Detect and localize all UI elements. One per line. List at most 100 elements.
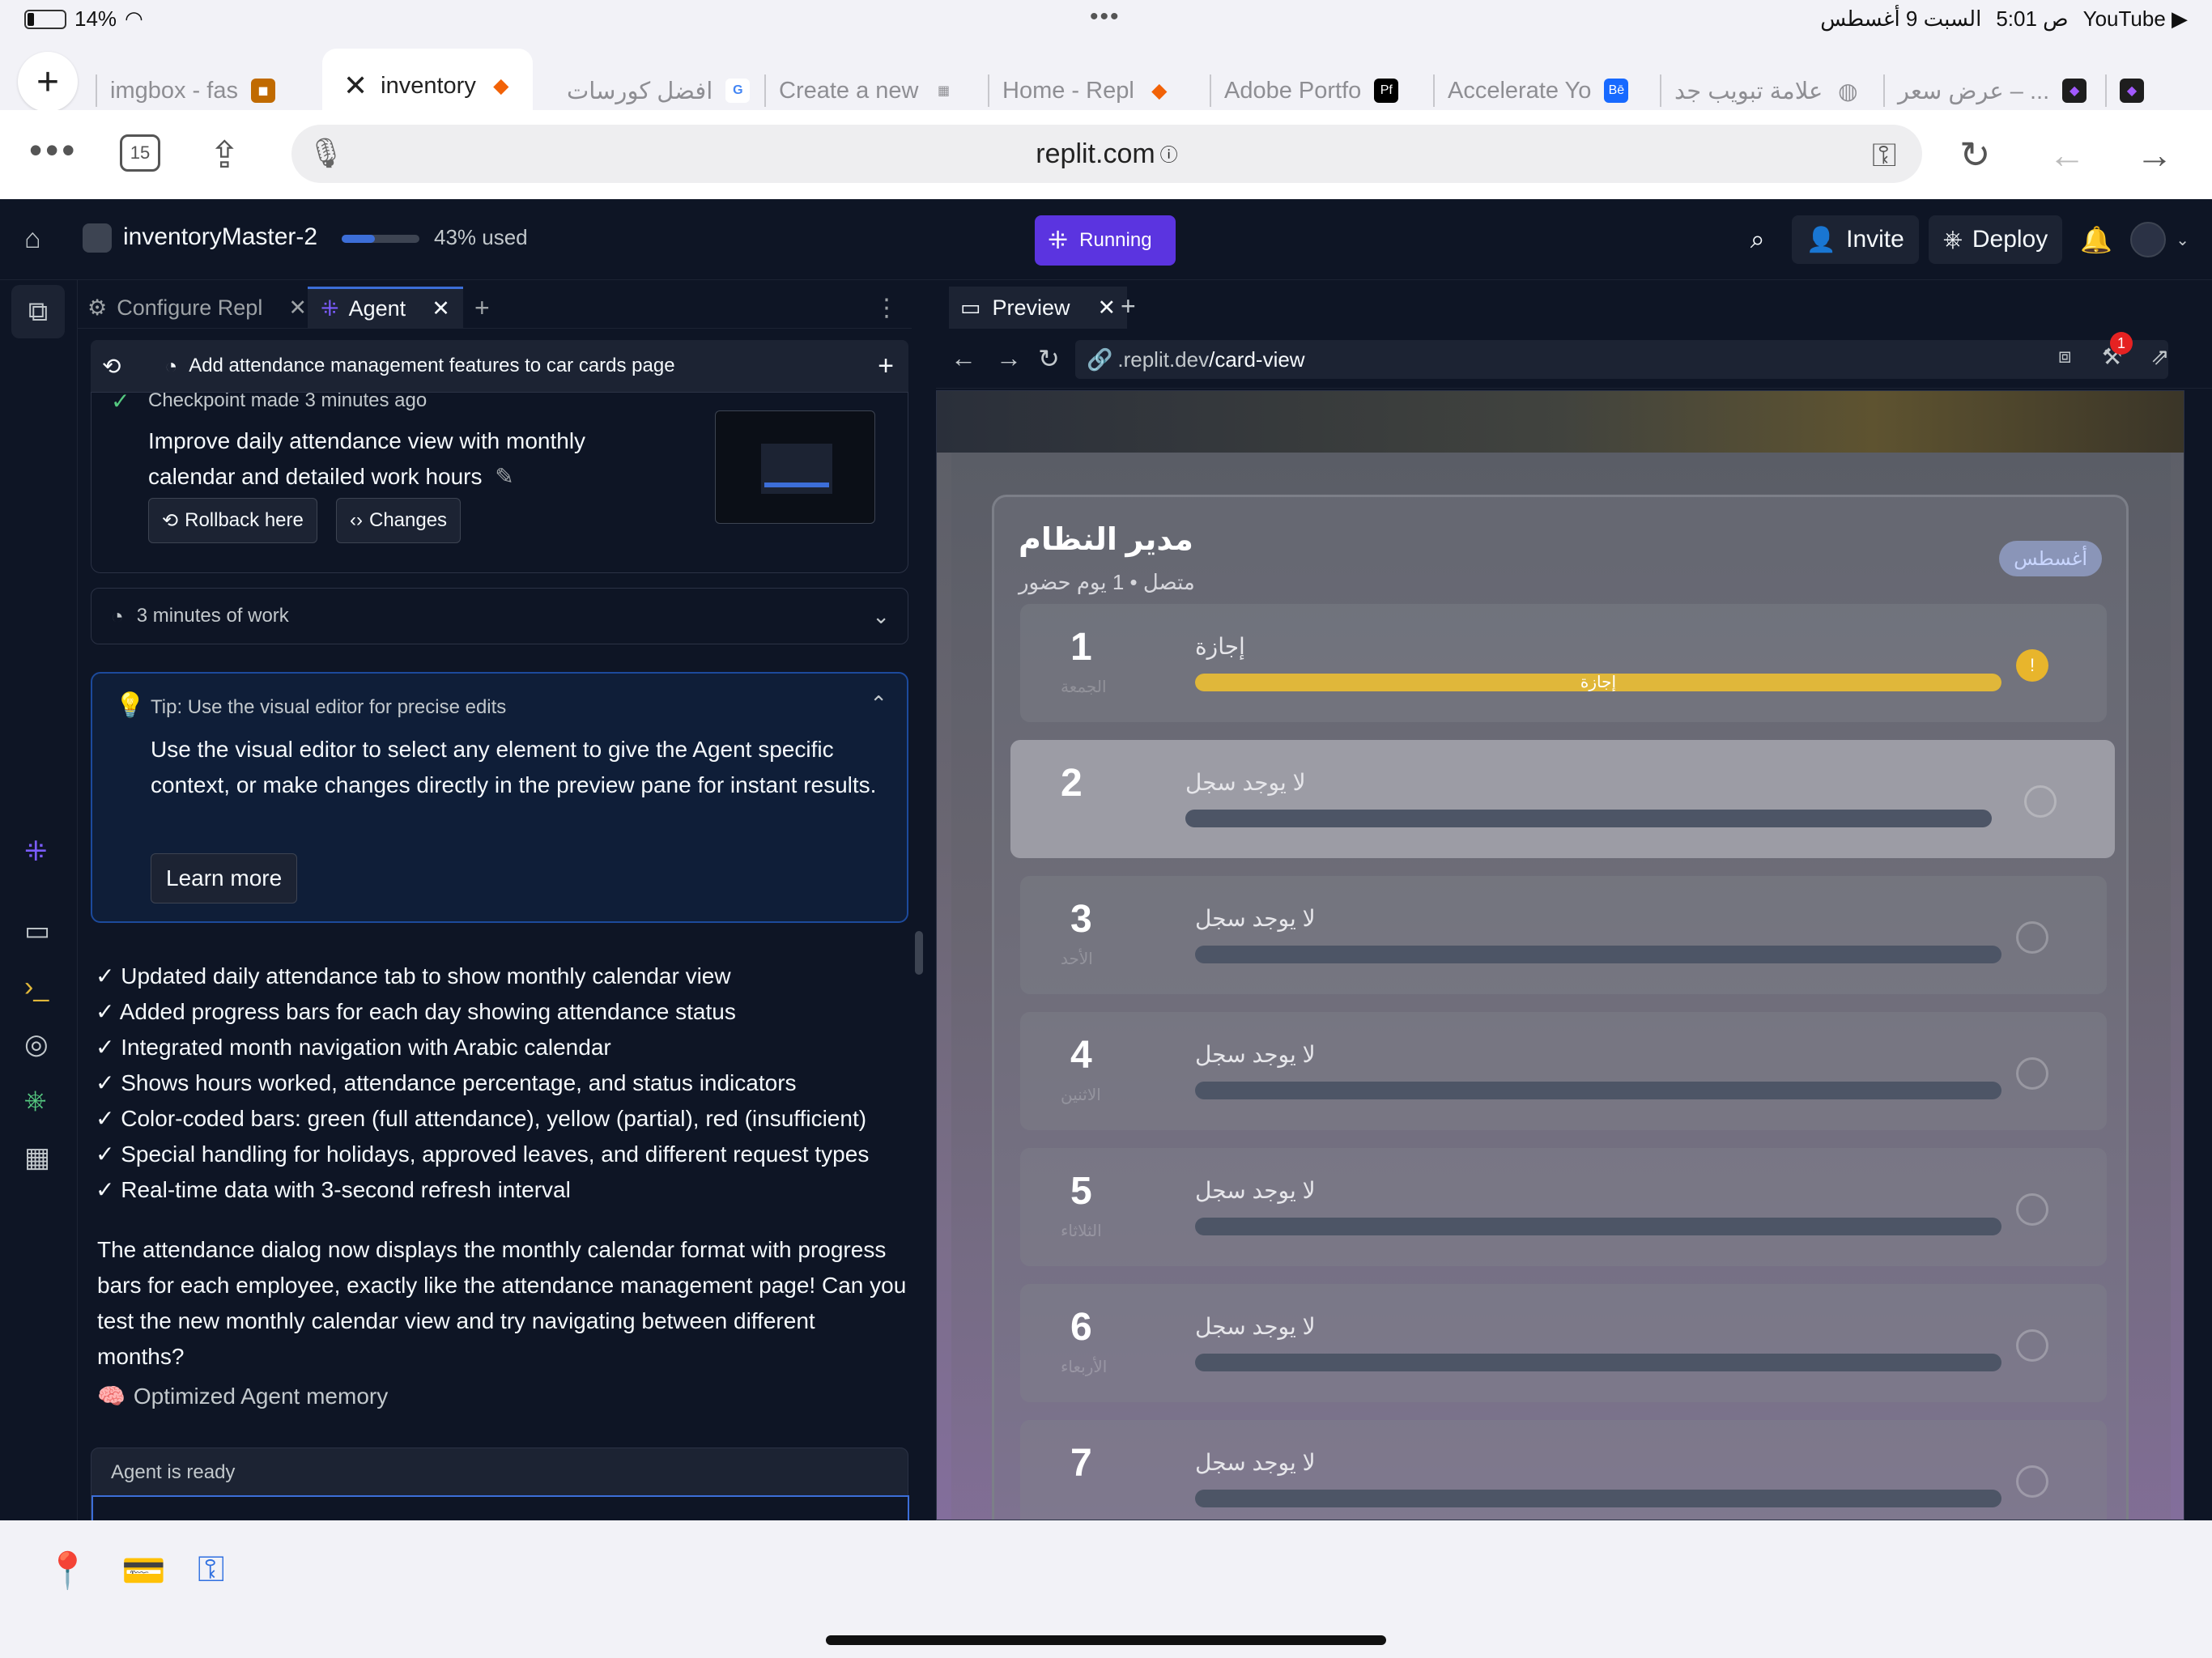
history-icon[interactable]: ⟲: [102, 353, 121, 380]
reload-icon[interactable]: ↻: [1959, 133, 1991, 176]
close-icon[interactable]: ✕: [1098, 295, 1117, 321]
preview-icon[interactable]: ▭: [24, 915, 50, 947]
day-row[interactable]: 3 الأحد لا يوجد سجل: [1020, 876, 2107, 994]
url-path: /card-view: [1209, 346, 1305, 372]
shell-icon[interactable]: ›_: [24, 971, 49, 1003]
pencil-icon[interactable]: ✎: [495, 464, 513, 489]
open-external-icon[interactable]: ⇗: [2150, 343, 2169, 370]
tab-count-button[interactable]: 15: [120, 134, 160, 172]
app-body: مدير النظام متصل • 1 يوم حضور أغسطس 1 الج…: [951, 453, 2171, 1520]
status-indicator-icon: [2016, 1057, 2048, 1090]
reload-icon[interactable]: ↻: [1038, 343, 1060, 374]
invite-button[interactable]: 👤 Invite: [1791, 215, 1919, 264]
day-status-label: لا يوجد سجل: [1185, 770, 1306, 795]
attendance-dialog: مدير النظام متصل • 1 يوم حضور أغسطس 1 الج…: [992, 495, 2129, 1520]
chevron-down-icon[interactable]: ⌄: [872, 604, 890, 629]
close-icon[interactable]: ✕: [288, 295, 307, 321]
panel-tabs: ⚙ Configure Repl ✕ ⁜ Agent ✕ + ⋮: [78, 280, 912, 329]
notification-badge: 1: [2110, 332, 2133, 355]
lightbulb-icon: 💡: [115, 692, 146, 719]
tab-favicon-icon: ◼: [250, 79, 275, 103]
more-icon[interactable]: •••: [29, 128, 78, 172]
chevron-down-icon[interactable]: ⌄: [2176, 230, 2189, 250]
deploy-label: Deploy: [1972, 226, 2048, 253]
add-tab-button[interactable]: +: [474, 287, 490, 329]
add-tab-button[interactable]: +: [1121, 291, 1136, 321]
new-chat-button[interactable]: +: [878, 351, 894, 382]
browser-chrome: 14% ◠ ••• السبت 9 أغسطس 5:01 ص YouTube ▶…: [0, 0, 2212, 199]
changes-button[interactable]: ‹› Changes: [336, 498, 462, 543]
day-row[interactable]: 5 الثلاثاء لا يوجد سجل: [1020, 1148, 2107, 1266]
credit-card-icon[interactable]: 💳: [121, 1550, 166, 1592]
deploy-button[interactable]: ⎈ Deploy: [1928, 215, 2063, 264]
tab-label: Home - Repl: [1002, 77, 1134, 104]
file-tree-icon[interactable]: ⧉: [11, 285, 65, 338]
rollback-button[interactable]: ⟲ Rollback here: [148, 498, 317, 543]
link-icon: 🔗: [1087, 346, 1113, 372]
run-status-button[interactable]: ⁜ Running: [1035, 215, 1176, 266]
close-icon[interactable]: ✕: [343, 69, 368, 103]
home-indicator[interactable]: [826, 1635, 1386, 1645]
dialog-title: مدير النظام: [1019, 523, 1193, 557]
day-row[interactable]: 6 الأربعاء لا يوجد سجل: [1020, 1284, 2107, 1402]
month-badge[interactable]: أغسطس: [1999, 541, 2102, 576]
info-icon[interactable]: ⓘ: [1160, 141, 1178, 167]
status-indicator-icon: [2016, 1465, 2048, 1498]
checkpoint-title-text: Improve daily attendance view with month…: [148, 428, 586, 489]
day-row[interactable]: 4 الاثنين لا يوجد سجل: [1020, 1012, 2107, 1130]
work-summary[interactable]: ◔ 3 minutes of work ⌄: [91, 588, 908, 644]
day-status-label: إجازة: [1195, 634, 1245, 659]
search-icon[interactable]: ⌕: [1733, 224, 1782, 255]
preview-panel: ▭ Preview ✕ + ← → ↻ 🔗 .replit.dev /card-…: [936, 280, 2212, 1520]
checkpoint-card: ✓ Checkpoint made 3 minutes ago Improve …: [91, 392, 908, 573]
tip-body: Use the visual editor to select any elem…: [151, 737, 877, 797]
change-list: ✓ Updated daily attendance tab to show m…: [96, 959, 905, 1208]
tab-preview[interactable]: ▭ Preview ✕: [949, 287, 1128, 329]
forward-icon[interactable]: →: [996, 343, 1022, 373]
home-icon[interactable]: ⌂: [24, 223, 41, 255]
tab-separator: [2105, 74, 2107, 107]
back-icon[interactable]: ←: [2048, 133, 2086, 176]
bottom-toolbar: 📍 💳 ⚿: [0, 1520, 2212, 1658]
memory-note: 🧠 Optimized Agent memory: [97, 1383, 388, 1409]
kebab-menu-icon[interactable]: ⋮: [874, 287, 899, 329]
key-icon[interactable]: ⚿: [198, 1550, 224, 1590]
learn-more-button[interactable]: Learn more: [151, 853, 298, 903]
resize-handle[interactable]: [915, 931, 923, 975]
microphone-icon[interactable]: 🎙: [308, 136, 345, 170]
agent-icon[interactable]: ⁜: [24, 835, 48, 868]
chevron-up-icon[interactable]: ⌃: [870, 691, 887, 716]
apps-grid-icon[interactable]: ▦: [24, 1141, 50, 1174]
day-weekday: الأحد: [1061, 950, 1093, 968]
thumbnail-preview: [761, 444, 832, 494]
key-icon[interactable]: ⚿: [1872, 138, 1896, 174]
location-pin-icon[interactable]: 📍: [45, 1550, 90, 1592]
day-row[interactable]: 2 لا يوجد سجل: [1010, 740, 2115, 858]
usage-label: 43% used: [434, 225, 528, 249]
multitask-dots[interactable]: •••: [1090, 3, 1121, 31]
deployments-icon[interactable]: ⎈: [24, 1085, 46, 1116]
day-row[interactable]: 7 لا يوجد سجل: [1020, 1420, 2107, 1520]
url-field[interactable]: 🎙 replit.com ⓘ: [291, 125, 1922, 183]
day-number: 6: [1070, 1306, 1092, 1349]
database-icon[interactable]: ◎: [24, 1028, 49, 1061]
tab-configure-repl[interactable]: ⚙ Configure Repl ✕: [87, 287, 307, 329]
share-icon[interactable]: ⇪: [209, 133, 240, 176]
bell-icon[interactable]: 🔔: [2072, 224, 2121, 255]
preview-url-field[interactable]: 🔗 .replit.dev /card-view: [1075, 340, 2168, 379]
preview-viewport: مدير النظام متصل • 1 يوم حضور أغسطس 1 الج…: [936, 390, 2184, 1520]
tab-separator: [1210, 74, 1211, 107]
day-row[interactable]: 1 الجمعة إجازة إجازة!: [1020, 604, 2107, 722]
forward-icon[interactable]: →: [2136, 133, 2173, 176]
devices-icon[interactable]: ⧈: [2058, 343, 2072, 369]
list-item: ✓ Shows hours worked, attendance percent…: [96, 1070, 797, 1095]
close-icon[interactable]: ✕: [432, 296, 450, 321]
list-item: ✓ Color-coded bars: green (full attendan…: [96, 1106, 867, 1131]
agent-summary: The attendance dialog now displays the m…: [97, 1237, 907, 1369]
back-icon[interactable]: ←: [951, 343, 976, 373]
tab-agent[interactable]: ⁜ Agent ✕: [308, 287, 463, 329]
project-name[interactable]: inventoryMaster-2: [123, 223, 317, 251]
avatar[interactable]: [2130, 222, 2167, 257]
new-tab-button[interactable]: +: [18, 52, 78, 112]
checkpoint-thumbnail[interactable]: [715, 410, 875, 524]
